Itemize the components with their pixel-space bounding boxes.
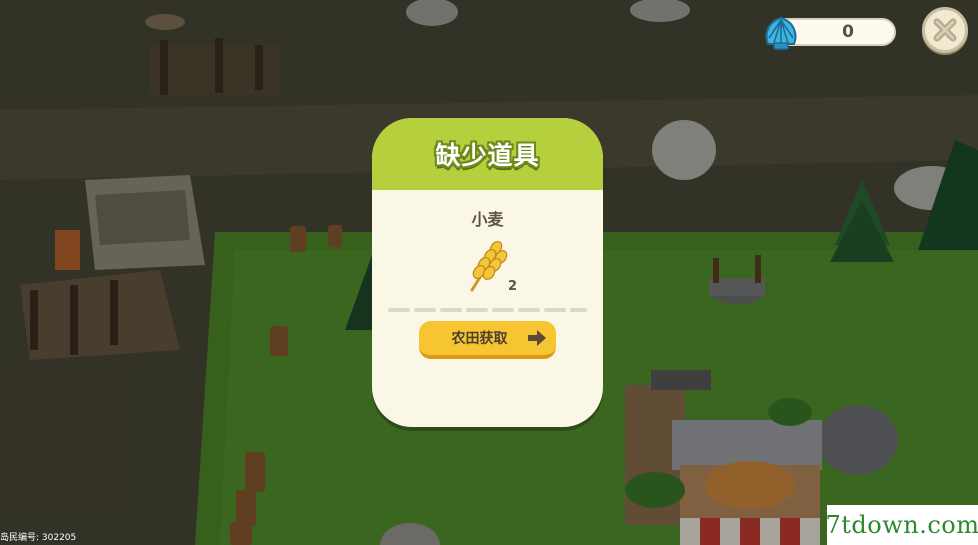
wheat-icon <box>470 240 508 292</box>
item-count: 2 <box>508 279 518 294</box>
dialog-title: 缺少道具 <box>435 141 540 170</box>
watermark: 7tdown.com <box>825 505 978 545</box>
currency-value: 0 <box>842 22 854 42</box>
seashell-icon <box>765 16 797 50</box>
get-from-farm-button[interactable]: 农田获取 <box>419 321 556 359</box>
watermark-text: 7tdown.com <box>825 511 978 539</box>
arrow-right-icon <box>528 330 546 346</box>
dialog-header: 缺少道具 <box>372 118 603 190</box>
item-name: 小麦 <box>471 210 504 229</box>
dashed-divider <box>388 308 587 312</box>
missing-item-dialog: 缺少道具 小麦 2 农田获取 <box>372 118 603 427</box>
close-button[interactable] <box>922 7 968 53</box>
seashell-currency-counter: 0 <box>765 16 896 50</box>
island-id-label: 岛民编号: 302205 <box>0 533 77 543</box>
close-icon <box>933 18 957 42</box>
